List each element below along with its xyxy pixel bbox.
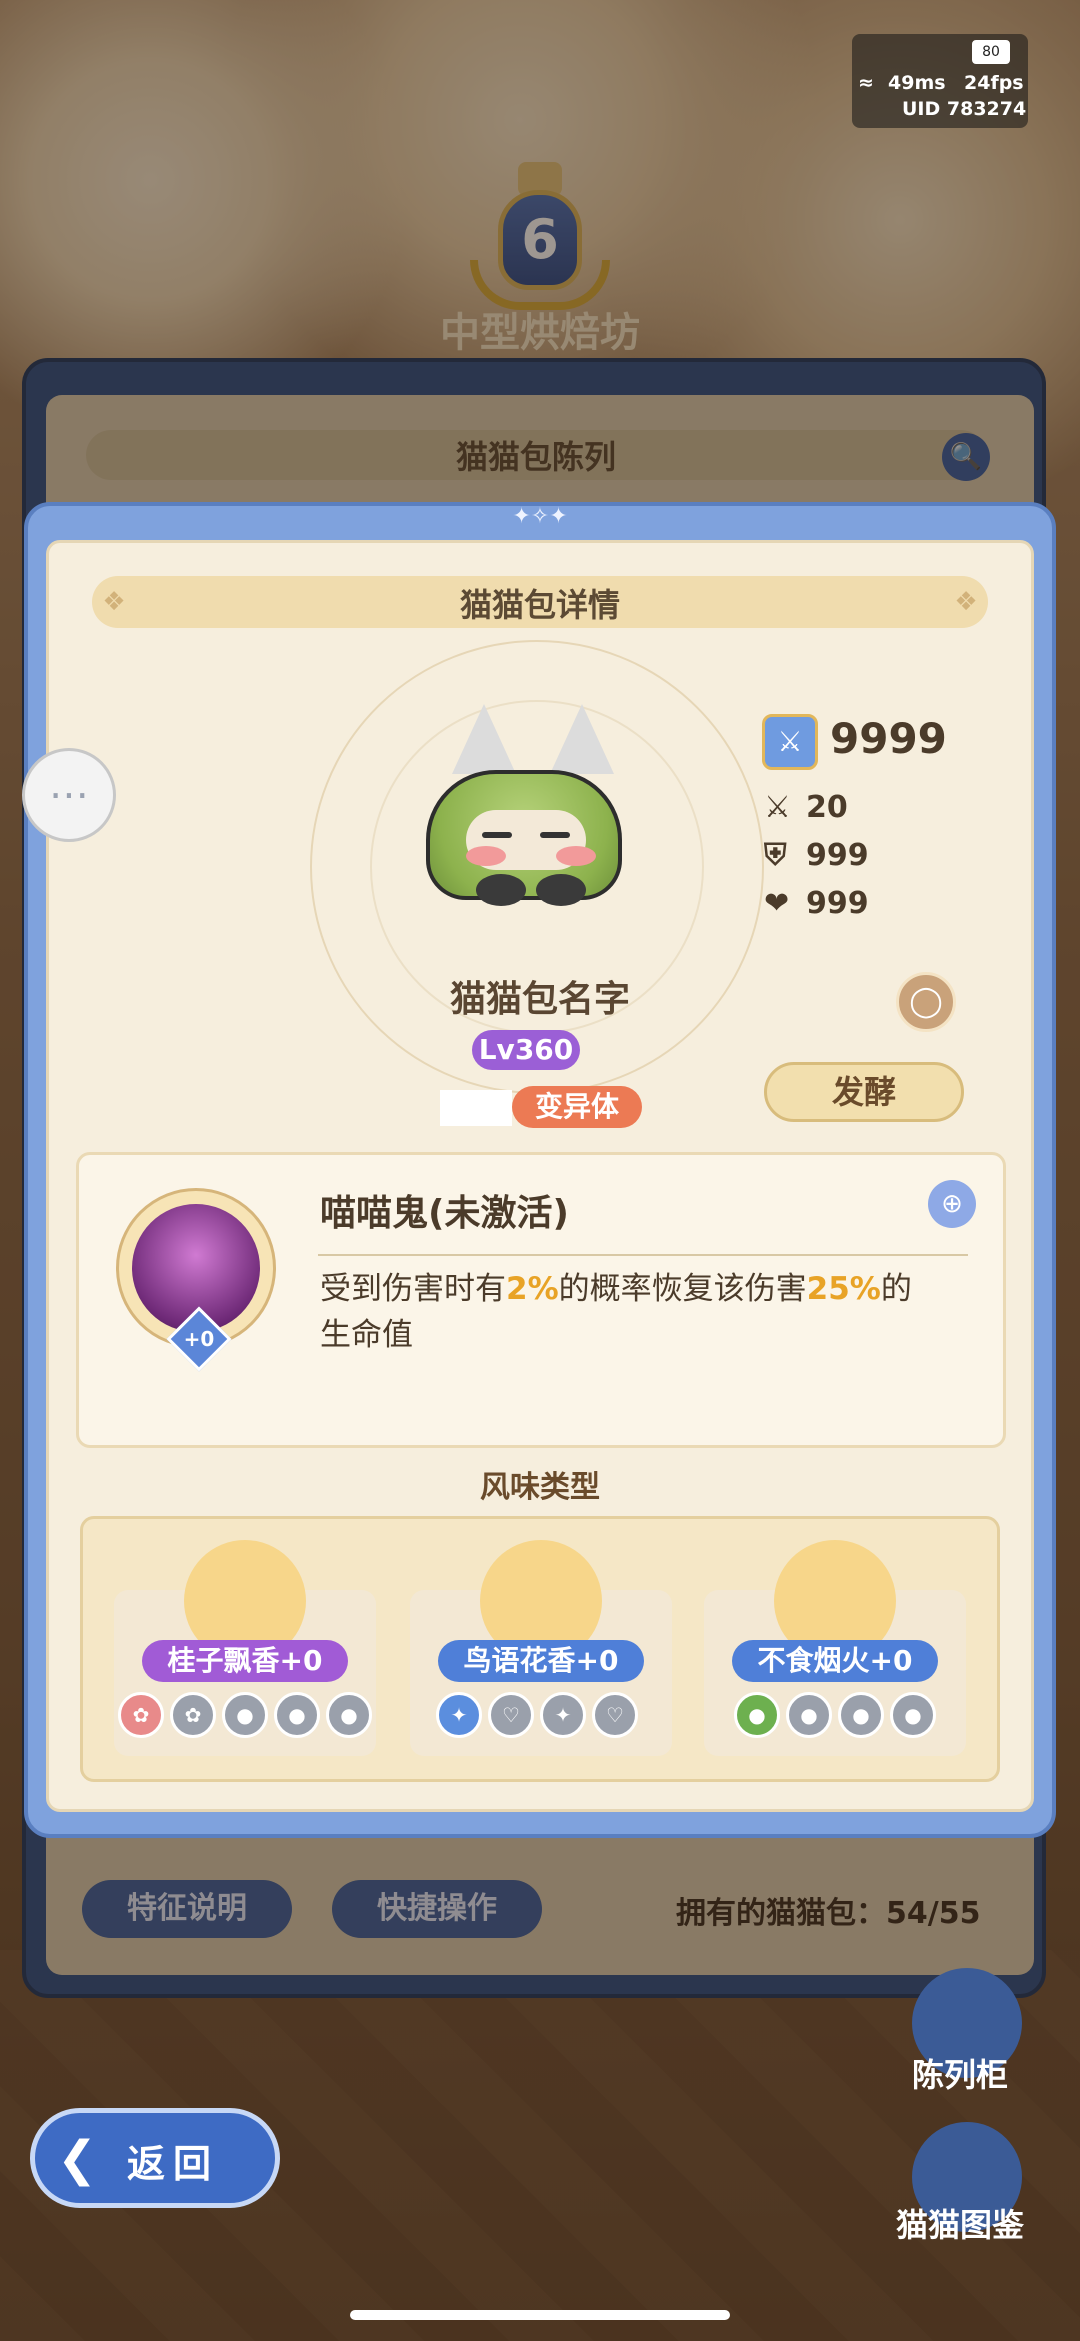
drop-gem-icon: ●: [326, 1692, 372, 1738]
chat-icon[interactable]: ⋯: [22, 748, 116, 842]
heart-gem-icon: ♡: [592, 1692, 638, 1738]
desc-text: 的概率恢复该伤害: [558, 1271, 807, 1307]
fps-text: 24fps: [964, 72, 1024, 94]
drop-gem-icon: ●: [274, 1692, 320, 1738]
skill-plus-text: +0: [183, 1327, 215, 1351]
zoom-icon[interactable]: ⊕: [928, 1180, 976, 1228]
cat-ear-right: [550, 704, 614, 774]
drumstick-gem-icon: ●: [786, 1692, 832, 1738]
desc-percent: 2%: [506, 1271, 559, 1307]
blank-tag: [440, 1090, 512, 1126]
power-shield-icon: ⚔: [762, 714, 818, 770]
flavor-label: 桂子飘香+0: [142, 1640, 348, 1682]
back-button[interactable]: ❮ 返回: [30, 2108, 280, 2208]
back-arrow-icon: ❮: [57, 2131, 98, 2187]
drop-gem-icon: ●: [222, 1692, 268, 1738]
wifi-icon: ≈: [858, 72, 874, 94]
skill-description: 受到伤害时有2%的概率恢复该伤害25%的生命值: [320, 1266, 980, 1358]
power-value: 9999: [830, 714, 947, 763]
cat-paw: [536, 874, 586, 906]
dialog-title: 猫猫包详情: [459, 586, 620, 624]
level-badge: Lv360: [472, 1030, 580, 1070]
desc-percent: 25%: [806, 1271, 881, 1307]
codex-label[interactable]: 猫猫图鉴: [880, 2200, 1040, 2246]
flavor-title: 风味类型: [480, 1470, 600, 1505]
wing-gem-icon: ✦: [540, 1692, 586, 1738]
drumstick-gem-icon: ●: [734, 1692, 780, 1738]
flavor-label: 不食烟火+0: [732, 1640, 938, 1682]
dialog-ornament: ✦✧✦: [512, 504, 568, 529]
heart-icon: ❤: [764, 886, 790, 921]
cat-blush: [466, 846, 506, 866]
battery-icon: 80: [972, 40, 1010, 64]
attack-icon: ⚔: [764, 790, 791, 825]
flower-gem-icon: ✿: [170, 1692, 216, 1738]
skill-name: 喵喵鬼(未激活): [320, 1193, 569, 1234]
mutant-tag: 变异体: [512, 1086, 642, 1128]
drumstick-gem-icon: ●: [838, 1692, 884, 1738]
health-value: 999: [806, 886, 869, 921]
cat-paw: [476, 874, 526, 906]
desc-text: 受到伤害时有: [320, 1271, 506, 1307]
flower-gem-icon: ✿: [118, 1692, 164, 1738]
bun-name: 猫猫包名字: [449, 979, 630, 1020]
cat-eye: [482, 832, 512, 838]
cat-ear-left: [452, 704, 516, 774]
ferment-button[interactable]: 发酵: [764, 1062, 964, 1122]
flavor-label: 鸟语花香+0: [438, 1640, 644, 1682]
defense-value: 999: [806, 838, 869, 873]
cat-blush: [556, 846, 596, 866]
lock-icon[interactable]: ◯: [896, 972, 956, 1032]
heart-gem-icon: ♡: [488, 1692, 534, 1738]
drumstick-gem-icon: ●: [890, 1692, 936, 1738]
network-hud: 80 ≈ 49ms 24fps UID 783274: [852, 34, 1028, 128]
defense-icon: ⛨: [764, 838, 787, 873]
cat-eye: [540, 832, 570, 838]
desc-text: 生命值: [320, 1317, 413, 1353]
home-indicator[interactable]: [350, 2310, 730, 2320]
desc-text: 的: [880, 1271, 912, 1307]
ping-text: 49ms: [888, 72, 946, 94]
wing-gem-icon: ✦: [436, 1692, 482, 1738]
back-label: 返回: [127, 2142, 220, 2186]
uid-text: UID 783274: [902, 98, 1027, 120]
divider: [318, 1254, 968, 1256]
cabinet-label[interactable]: 陈列柜: [900, 2050, 1020, 2096]
attack-value: 20: [806, 790, 848, 825]
